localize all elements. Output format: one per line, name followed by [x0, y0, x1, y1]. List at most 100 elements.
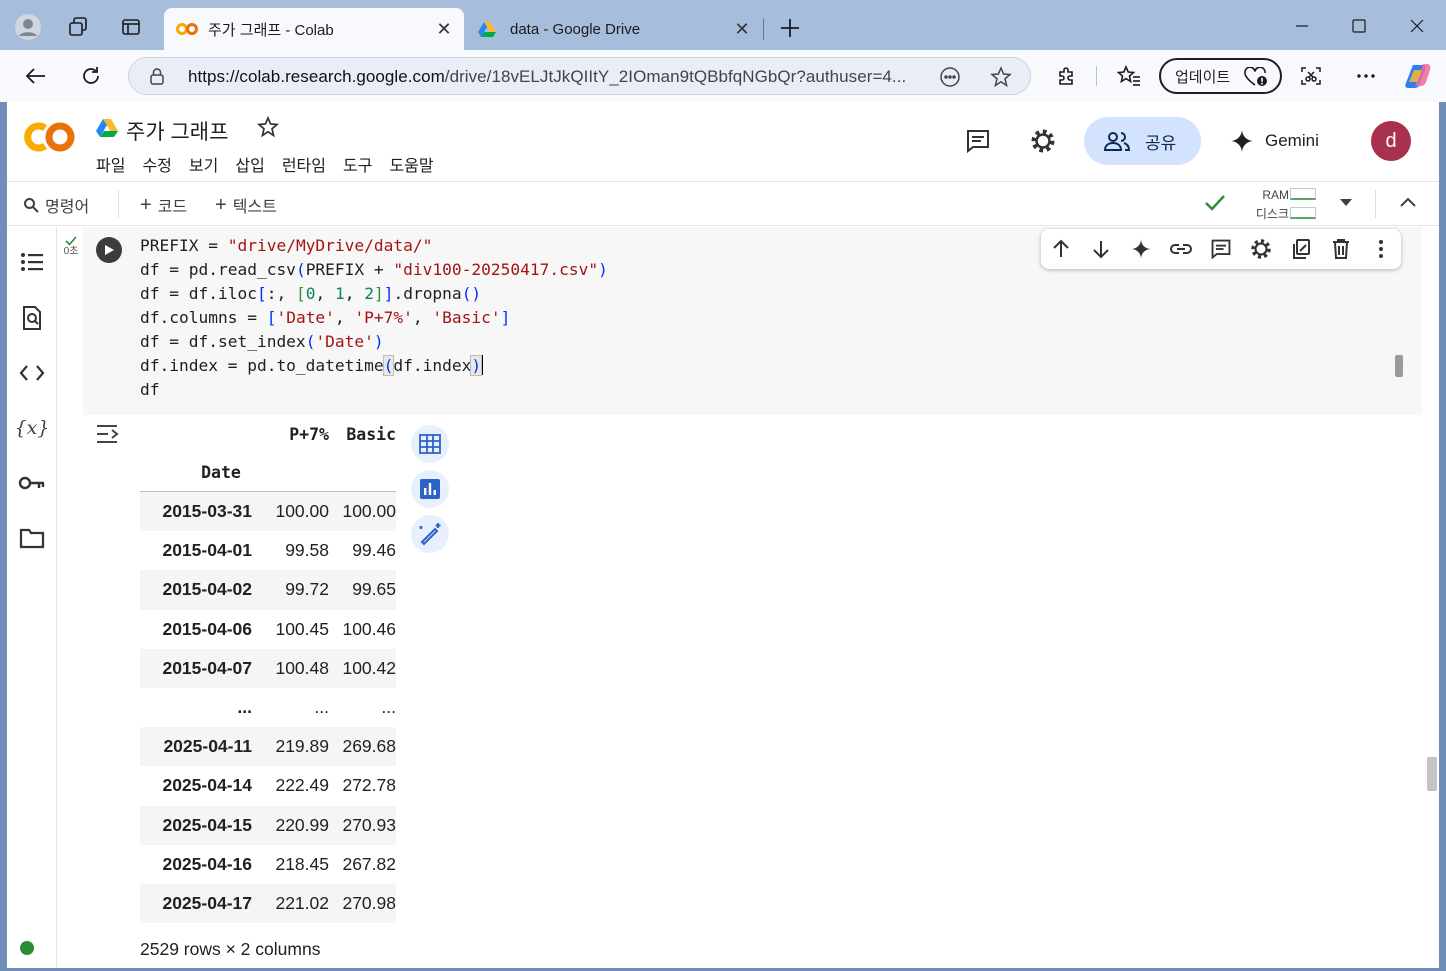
- plus-icon: +: [215, 194, 227, 216]
- collapse-header-icon[interactable]: [1399, 196, 1417, 208]
- update-label: 업데이트: [1175, 68, 1231, 86]
- update-button[interactable]: 업데이트: [1159, 58, 1282, 94]
- refresh-icon[interactable]: [77, 62, 105, 90]
- page-scrollbar[interactable]: [1427, 757, 1437, 791]
- menu-runtime[interactable]: 런타임: [282, 152, 326, 176]
- row-index: 2025-04-15: [162, 814, 252, 835]
- dataframe-index-header-row: Date: [140, 453, 396, 492]
- browser-tab-bar: 주가 그래프 - Colab ✕ data - Google Drive ✕: [0, 0, 1446, 50]
- google-drive-icon[interactable]: [96, 118, 118, 138]
- table-row: 2015-04-06 100.45 100.46: [140, 610, 396, 649]
- add-code-button[interactable]: + 코드: [140, 193, 187, 217]
- output-actions-icon[interactable]: [95, 423, 121, 445]
- cell-scrollbar[interactable]: [1395, 355, 1403, 377]
- cell-value: 270.93: [342, 814, 396, 835]
- code-snippets-icon[interactable]: [18, 359, 46, 387]
- share-button[interactable]: 공유: [1084, 117, 1201, 165]
- extensions-icon[interactable]: [1053, 62, 1081, 90]
- code-editor[interactable]: PREFIX = "drive/MyDrive/data/" df = pd.re…: [140, 234, 608, 402]
- cell-settings-gear-icon[interactable]: [1249, 237, 1273, 261]
- dataframe-body: 2015-03-31 100.00 100.00 2015-04-01 99.58 99.…: [140, 492, 396, 924]
- tab-colab[interactable]: 주가 그래프 - Colab ✕: [164, 8, 464, 50]
- menu-file[interactable]: 파일: [96, 152, 125, 176]
- row-index: 2025-04-11: [163, 736, 252, 757]
- star-notebook-icon[interactable]: [257, 116, 279, 138]
- cell-value: 100.46: [342, 618, 396, 639]
- mirror-cell-icon[interactable]: [1289, 237, 1313, 261]
- add-text-label: 텍스트: [232, 199, 277, 216]
- tab-title: 주가 그래프 - Colab: [208, 21, 334, 39]
- comments-icon[interactable]: [963, 126, 993, 156]
- url-bar[interactable]: https://colab.research.google.com/drive/…: [128, 57, 1031, 95]
- move-cell-down-icon[interactable]: [1089, 237, 1113, 261]
- resources-dropdown-icon[interactable]: [1338, 198, 1354, 208]
- resource-labels[interactable]: RAM 디스크: [1247, 186, 1289, 224]
- table-row: 2015-04-02 99.72 99.65: [140, 570, 396, 610]
- runtime-status-dot[interactable]: [20, 941, 34, 955]
- cell-value: 99.58: [285, 540, 329, 561]
- gemini-sparkle-icon[interactable]: [1129, 237, 1153, 261]
- maximize-icon[interactable]: [1347, 14, 1371, 38]
- cell-value: 218.45: [275, 853, 329, 874]
- move-cell-up-icon[interactable]: [1049, 237, 1073, 261]
- secrets-key-icon[interactable]: [18, 469, 46, 497]
- run-cell-button[interactable]: [96, 237, 122, 263]
- add-text-button[interactable]: + 텍스트: [215, 193, 277, 217]
- reader-options-icon[interactable]: [939, 66, 961, 88]
- table-of-contents-icon[interactable]: [18, 248, 46, 276]
- tab-google-drive[interactable]: data - Google Drive ✕: [466, 8, 762, 50]
- favorite-star-icon[interactable]: [990, 66, 1012, 88]
- variables-icon[interactable]: {x}: [15, 414, 50, 442]
- menu-tools[interactable]: 도구: [343, 152, 372, 176]
- minimize-icon[interactable]: [1290, 14, 1314, 38]
- back-icon[interactable]: [22, 62, 50, 90]
- table-row: 2025-04-15 220.99 270.93: [140, 805, 396, 845]
- colab-header: 주가 그래프 파일 수정 보기 삽입 런타임 도구 도움말 공유 Gemini …: [7, 102, 1439, 182]
- notebook-title[interactable]: 주가 그래프: [126, 116, 228, 146]
- generate-code-button[interactable]: [411, 515, 449, 553]
- gemini-button[interactable]: Gemini: [1229, 128, 1319, 154]
- delete-trash-icon[interactable]: [1329, 237, 1353, 261]
- close-tab-icon[interactable]: ✕: [732, 19, 752, 39]
- interactive-table-button[interactable]: [411, 425, 449, 463]
- menu-help[interactable]: 도움말: [389, 152, 433, 176]
- browser-essentials-heart-icon: [1244, 67, 1268, 87]
- menu-edit[interactable]: 수정: [142, 152, 171, 176]
- menu-insert[interactable]: 삽입: [235, 152, 264, 176]
- tab-title: data - Google Drive: [510, 20, 641, 38]
- user-avatar[interactable]: d: [1371, 121, 1411, 161]
- magic-wand-icon: [419, 523, 441, 546]
- code-cell[interactable]: PREFIX = "drive/MyDrive/data/" df = pd.re…: [83, 227, 1422, 415]
- menu-view[interactable]: 보기: [189, 152, 218, 176]
- disk-usage-bar[interactable]: [1290, 207, 1316, 219]
- files-folder-icon[interactable]: [18, 524, 46, 552]
- cell-value: 269.68: [342, 736, 396, 757]
- cell-value: 100.48: [275, 657, 329, 678]
- suggest-charts-button[interactable]: [411, 470, 449, 508]
- more-menu-icon[interactable]: [1352, 62, 1380, 90]
- cell-value: ...: [381, 697, 396, 718]
- colab-logo[interactable]: [23, 118, 77, 156]
- comment-icon[interactable]: [1209, 237, 1233, 261]
- site-info-lock-icon[interactable]: [149, 67, 165, 85]
- workspaces-icon[interactable]: [64, 13, 92, 41]
- screenshot-icon[interactable]: [1297, 62, 1325, 90]
- cell-output: P+7% Basic Date 2015-03-31 100.00 100.00 20…: [83, 415, 1422, 968]
- find-replace-icon[interactable]: [18, 304, 46, 332]
- bar-chart-icon: [420, 479, 440, 499]
- profile-icon[interactable]: [14, 13, 42, 41]
- cell-toolbar: [1041, 229, 1401, 269]
- new-tab-icon[interactable]: [778, 16, 802, 40]
- dataframe-header-row: P+7% Basic: [140, 415, 396, 453]
- link-icon[interactable]: [1169, 237, 1193, 261]
- close-window-icon[interactable]: [1405, 14, 1429, 38]
- favorites-icon[interactable]: [1115, 62, 1143, 90]
- close-tab-icon[interactable]: ✕: [434, 19, 454, 39]
- cell-value: 267.82: [342, 853, 396, 874]
- tab-actions-icon[interactable]: [117, 13, 145, 41]
- ram-usage-bar[interactable]: [1290, 188, 1316, 200]
- copilot-icon[interactable]: [1404, 62, 1432, 90]
- settings-gear-icon[interactable]: [1028, 126, 1058, 156]
- command-palette-button[interactable]: 명령어: [23, 193, 89, 217]
- more-options-icon[interactable]: [1369, 237, 1393, 261]
